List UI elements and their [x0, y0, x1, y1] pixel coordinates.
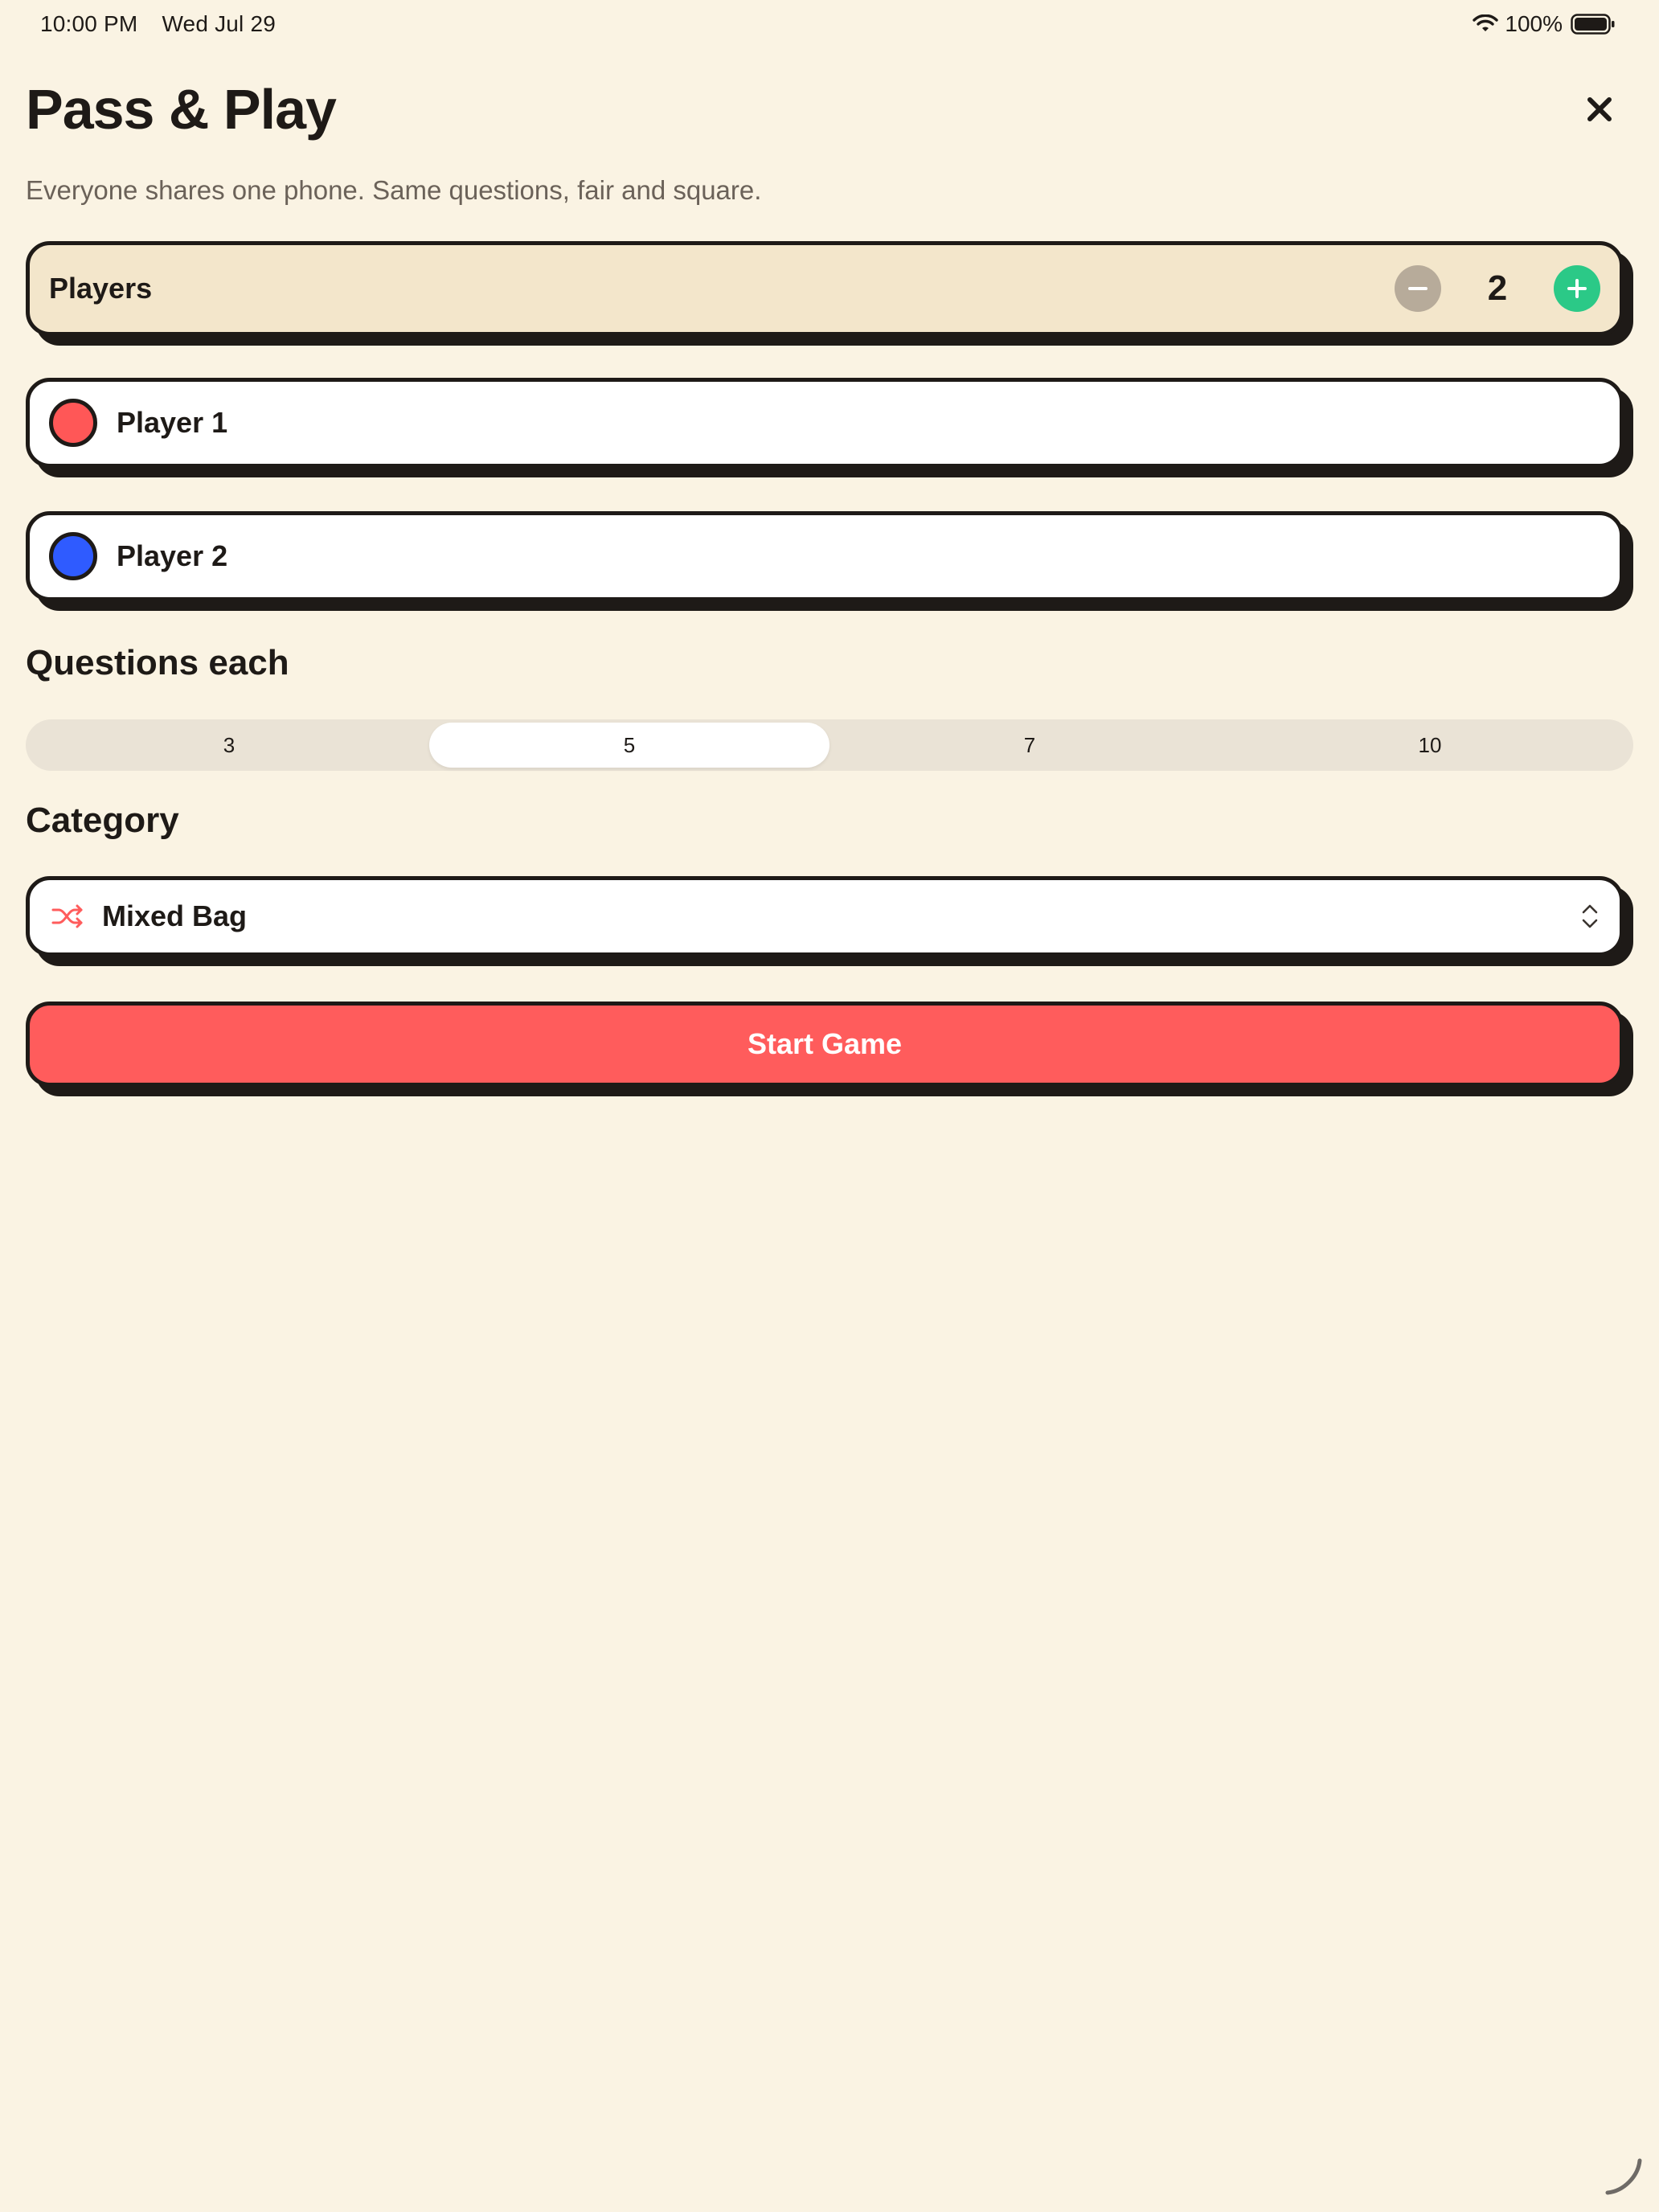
battery-percentage: 100%: [1505, 11, 1563, 36]
player-color-swatch[interactable]: [49, 399, 97, 447]
player-name[interactable]: Player 1: [117, 406, 227, 440]
close-icon: [1587, 97, 1612, 121]
status-date: Wed Jul 29: [162, 11, 276, 36]
battery-icon: [1571, 14, 1616, 35]
increment-players-button[interactable]: [1554, 265, 1600, 312]
status-bar-right: 100%: [1473, 11, 1616, 37]
category-value: Mixed Bag: [102, 899, 248, 932]
decrement-players-button[interactable]: [1395, 265, 1441, 312]
players-count: 2: [1487, 268, 1508, 308]
segment-option[interactable]: 10: [1230, 723, 1630, 768]
player-color-swatch[interactable]: [49, 532, 97, 580]
category-heading: Category: [26, 801, 179, 840]
player-name[interactable]: Player 2: [117, 539, 227, 573]
players-stepper: 2: [1395, 265, 1600, 312]
minus-icon: [1408, 287, 1428, 290]
questions-segmented-control: 3 5 7 10: [26, 719, 1633, 771]
questions-heading: Questions each: [26, 643, 289, 682]
page-title: Pass & Play: [26, 78, 337, 141]
page-subtitle: Everyone shares one phone. Same question…: [26, 175, 762, 205]
players-label: Players: [49, 272, 153, 305]
segment-option[interactable]: 7: [830, 723, 1230, 768]
close-button[interactable]: [1582, 92, 1617, 127]
corner-indicator-icon: [1605, 2158, 1642, 2195]
shuffle-icon: [51, 904, 83, 928]
plus-icon: [1567, 279, 1587, 298]
status-bar-left: 10:00 PM Wed Jul 29: [40, 11, 276, 37]
status-time: 10:00 PM: [40, 11, 138, 36]
category-select[interactable]: Mixed Bag: [26, 876, 1624, 956]
pass-and-play-screen: 10:00 PM Wed Jul 29 100% Pass & Play Eve…: [0, 0, 1659, 2212]
player-row[interactable]: Player 1: [26, 378, 1624, 468]
segment-option[interactable]: 3: [29, 723, 429, 768]
wifi-icon: [1473, 14, 1499, 34]
chevron-up-down-icon: [1582, 904, 1598, 928]
start-game-button[interactable]: Start Game: [26, 1002, 1624, 1087]
player-row[interactable]: Player 2: [26, 511, 1624, 601]
players-stepper-card: Players 2: [26, 241, 1624, 336]
segment-option-selected[interactable]: 5: [429, 723, 830, 768]
